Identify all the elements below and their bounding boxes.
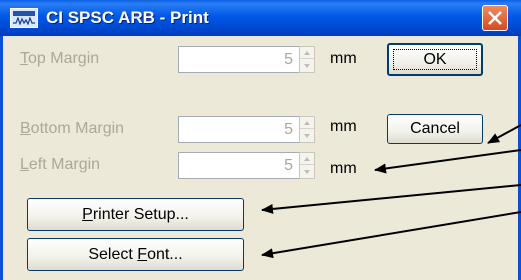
arrow-to-printer-setup: [261, 184, 521, 214]
arrow-to-ok: [487, 124, 521, 144]
annotation-arrows: [261, 124, 521, 259]
arrow-to-mm: [374, 149, 521, 174]
print-dialog: CI SPSC ARB - Print Top Margin 5 mm Bott…: [0, 0, 521, 280]
arrow-to-select-font: [261, 211, 521, 259]
